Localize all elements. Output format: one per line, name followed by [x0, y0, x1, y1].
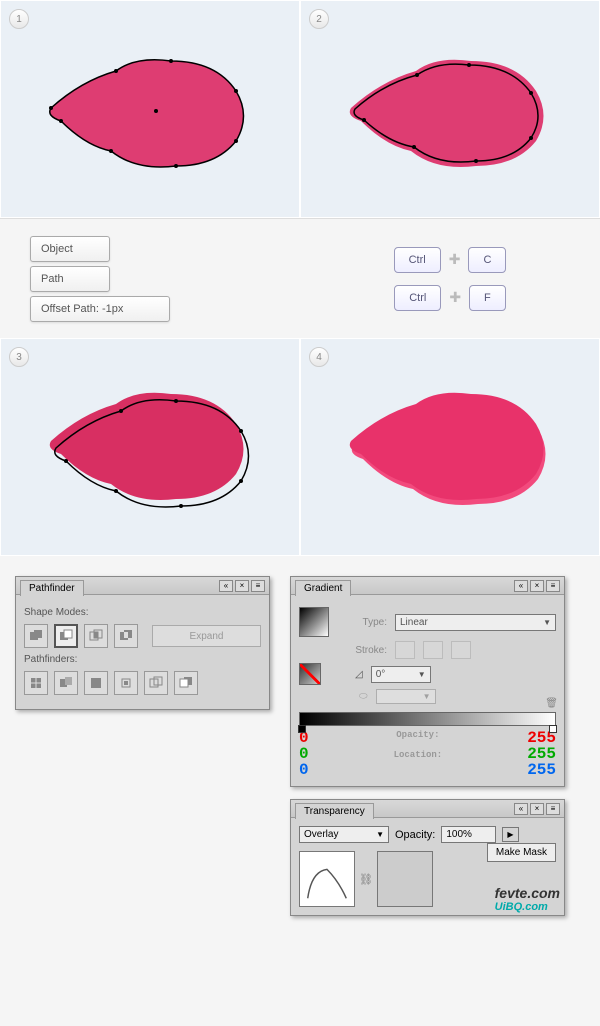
menu-icon[interactable]: ≡	[546, 580, 560, 592]
canvas-step-3: 3	[0, 338, 300, 556]
shape-modes-label: Shape Modes:	[24, 607, 261, 618]
stroke-within-icon[interactable]	[395, 641, 415, 659]
shape-shifted	[41, 379, 261, 519]
divide-icon[interactable]	[24, 671, 48, 695]
pathfinder-panel: Pathfinder « × ≡ Shape Modes: Expand Pat…	[15, 576, 270, 710]
expand-button[interactable]: Expand	[152, 625, 261, 647]
stroke-label: Stroke:	[337, 645, 387, 656]
menu-path[interactable]: Path	[30, 266, 110, 292]
pathfinders-label: Pathfinders:	[24, 654, 261, 665]
canvas-step-4: 4	[300, 338, 600, 556]
outline-icon[interactable]	[144, 671, 168, 695]
shape-original	[41, 46, 261, 186]
close-icon[interactable]: ×	[530, 803, 544, 815]
opacity-input[interactable]: 100%	[441, 826, 496, 843]
collapse-icon[interactable]: «	[514, 803, 528, 815]
key-c: C	[468, 247, 506, 273]
unite-icon[interactable]	[24, 624, 48, 648]
mask-thumbnail[interactable]	[377, 851, 433, 907]
rgb-left-stop: 0 0 0	[299, 730, 309, 778]
step-badge: 1	[9, 9, 29, 29]
step-badge: 3	[9, 347, 29, 367]
gradient-preview-swatch[interactable]	[299, 607, 329, 637]
menu-icon[interactable]: ≡	[251, 580, 265, 592]
plus-icon: ✚	[449, 251, 461, 268]
minus-back-icon[interactable]	[174, 671, 198, 695]
shape-offset	[341, 46, 561, 186]
transparency-tab[interactable]: Transparency	[295, 803, 374, 819]
object-thumbnail[interactable]	[299, 851, 355, 907]
canvas-step-1: 1	[0, 0, 300, 218]
menu-offset-path[interactable]: Offset Path: -1px	[30, 296, 170, 322]
rgb-right-stop: 255 255 255	[527, 730, 556, 778]
panel-titlebar[interactable]: Gradient « × ≡	[291, 577, 564, 595]
collapse-icon[interactable]: «	[219, 580, 233, 592]
key-f: F	[469, 285, 506, 311]
key-ctrl: Ctrl	[394, 285, 441, 311]
intersect-icon[interactable]	[84, 624, 108, 648]
close-icon[interactable]: ×	[235, 580, 249, 592]
opacity-label: Opacity:	[309, 730, 528, 740]
menu-object[interactable]: Object	[30, 236, 110, 262]
key-ctrl: Ctrl	[394, 247, 441, 273]
minus-front-icon[interactable]	[54, 624, 78, 648]
gradient-stop-left[interactable]	[298, 725, 306, 733]
stroke-across-icon[interactable]	[451, 641, 471, 659]
shortcut-paste-front: Ctrl ✚ F	[394, 285, 506, 311]
transparency-panel: Transparency « × ≡ Overlay▼ Opacity: 100…	[290, 799, 565, 916]
merge-icon[interactable]	[84, 671, 108, 695]
location-label: Location:	[309, 750, 528, 760]
close-icon[interactable]: ×	[530, 580, 544, 592]
exclude-icon[interactable]	[114, 624, 138, 648]
shortcut-copy: Ctrl ✚ C	[394, 247, 507, 273]
opacity-slider-icon[interactable]: ▶	[502, 827, 518, 842]
angle-input[interactable]: 0°▼	[371, 666, 431, 683]
gradient-type-select[interactable]: Linear▼	[395, 614, 556, 631]
gradient-tab[interactable]: Gradient	[295, 580, 351, 596]
pathfinder-tab[interactable]: Pathfinder	[20, 580, 84, 596]
angle-icon: ◿	[355, 669, 363, 680]
crop-icon[interactable]	[114, 671, 138, 695]
type-label: Type:	[337, 617, 387, 628]
shape-final	[341, 379, 561, 519]
step-badge: 4	[309, 347, 329, 367]
step-badge: 2	[309, 9, 329, 29]
aspect-icon: ⬭	[359, 691, 368, 702]
canvas-step-2: 2	[300, 0, 600, 218]
trim-icon[interactable]	[54, 671, 78, 695]
panels-area: Pathfinder « × ≡ Shape Modes: Expand Pat…	[0, 556, 600, 1026]
blend-mode-select[interactable]: Overlay▼	[299, 826, 389, 843]
gradient-slider[interactable]	[299, 712, 556, 726]
opacity-label: Opacity:	[395, 829, 435, 841]
gradient-panel: Gradient « × ≡ Type: Linear▼ Stroke:	[290, 576, 565, 787]
stroke-along-icon[interactable]	[423, 641, 443, 659]
collapse-icon[interactable]: «	[514, 580, 528, 592]
stroke-swatch-none[interactable]	[299, 663, 321, 685]
link-icon[interactable]: ⛓	[359, 851, 373, 907]
panel-titlebar[interactable]: Transparency « × ≡	[291, 800, 564, 818]
controls-row: Object Path Offset Path: -1px Ctrl ✚ C C…	[0, 218, 600, 338]
gradient-stop-right[interactable]	[549, 725, 557, 733]
aspect-input[interactable]: ▼	[376, 689, 436, 704]
plus-icon: ✚	[449, 289, 461, 306]
watermark: fevte.com UiBQ.com	[495, 885, 560, 913]
panel-titlebar[interactable]: Pathfinder « × ≡	[16, 577, 269, 595]
trash-icon[interactable]: 🗑	[545, 698, 558, 709]
menu-icon[interactable]: ≡	[546, 803, 560, 815]
make-mask-button[interactable]: Make Mask	[487, 843, 556, 862]
